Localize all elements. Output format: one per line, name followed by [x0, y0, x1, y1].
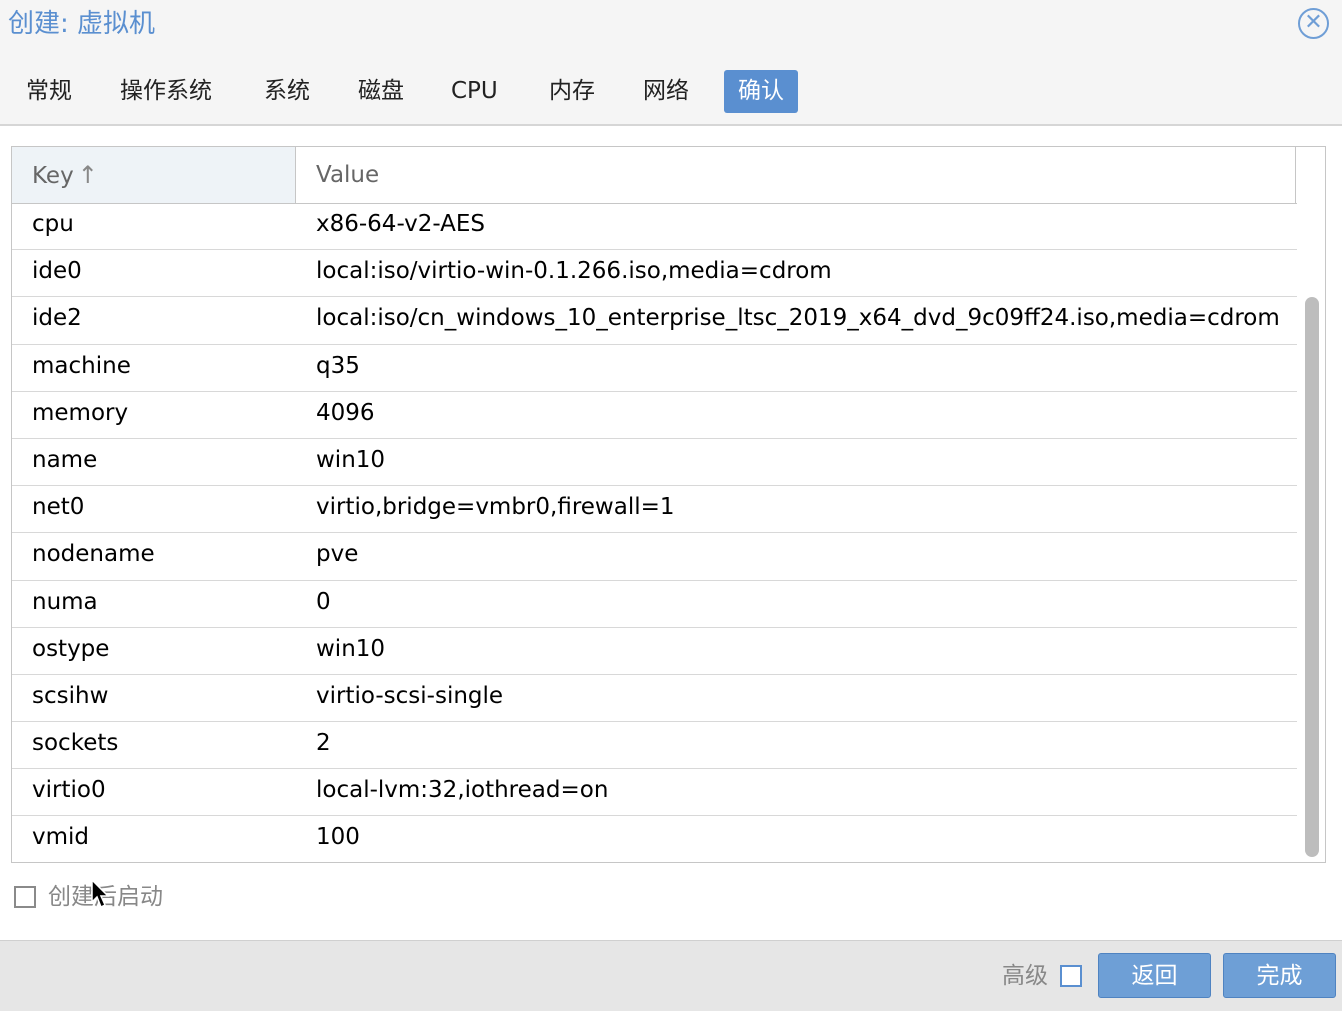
- table-row[interactable]: sockets 2: [12, 722, 1297, 770]
- row-key: numa: [32, 588, 98, 615]
- row-key: memory: [32, 399, 129, 426]
- window-title: 创建: 虚拟机: [8, 9, 156, 39]
- advanced-checkbox[interactable]: [1060, 965, 1082, 987]
- window-titlebar: 创建: 虚拟机 ✕: [0, 0, 1342, 50]
- column-header-key-label: Key: [32, 163, 74, 189]
- advanced-label: 高级: [1002, 963, 1048, 989]
- row-value: 0: [316, 588, 331, 615]
- row-key: scsihw: [32, 682, 109, 709]
- row-key: vmid: [32, 824, 90, 851]
- confirm-panel: Key ↑ Value cpu x86-64-v2-AES ide0 local:is…: [0, 126, 1342, 940]
- close-icon[interactable]: ✕: [1298, 8, 1329, 39]
- grid-header: Key ↑ Value: [12, 147, 1325, 204]
- tab-general[interactable]: 常规: [12, 70, 86, 113]
- row-value: win10: [316, 446, 386, 473]
- row-key: ostype: [32, 635, 110, 662]
- row-key: net0: [32, 494, 85, 521]
- column-header-value-label: Value: [316, 162, 380, 188]
- row-value: 4096: [316, 399, 375, 426]
- table-row[interactable]: name win10: [12, 439, 1297, 487]
- column-header-key[interactable]: Key ↑: [12, 147, 296, 203]
- row-key: name: [32, 446, 98, 473]
- row-value: pve: [316, 541, 359, 568]
- row-value: local:iso/cn_windows_10_enterprise_ltsc_…: [316, 305, 1280, 332]
- table-row[interactable]: numa 0: [12, 581, 1297, 628]
- row-value: local:iso/virtio-win-0.1.266.iso,media=c…: [316, 258, 832, 285]
- table-row[interactable]: net0 virtio,bridge=vmbr0,firewall=1: [12, 486, 1297, 534]
- table-row[interactable]: cpu x86-64-v2-AES: [12, 203, 1297, 251]
- row-value: virtio-scsi-single: [316, 682, 504, 709]
- grid-scrollbar-thumb[interactable]: [1305, 297, 1319, 857]
- table-row[interactable]: nodename pve: [12, 533, 1297, 581]
- tab-disks[interactable]: 磁盘: [344, 70, 418, 113]
- tab-system[interactable]: 系统: [250, 70, 324, 113]
- row-value: local-lvm:32,iothread=on: [316, 777, 609, 804]
- tab-os[interactable]: 操作系统: [106, 70, 226, 113]
- dialog-footer: 高级 返回 完成: [0, 940, 1342, 1011]
- table-row[interactable]: vmid 100: [12, 816, 1297, 862]
- mouse-cursor-icon: [91, 878, 110, 909]
- row-value: win10: [316, 635, 386, 662]
- row-value: x86-64-v2-AES: [316, 211, 486, 237]
- row-key: machine: [32, 352, 131, 379]
- row-value: 2: [316, 730, 331, 757]
- start-after-create-checkbox[interactable]: [14, 886, 36, 908]
- row-value: q35: [316, 352, 360, 379]
- grid-rows: cpu x86-64-v2-AES ide0 local:iso/virtio-wi…: [12, 203, 1297, 862]
- table-row[interactable]: virtio0 local-lvm:32,iothread=on: [12, 769, 1297, 817]
- row-key: nodename: [32, 541, 155, 568]
- tab-memory[interactable]: 内存: [535, 70, 609, 113]
- table-row[interactable]: ide0 local:iso/virtio-win-0.1.266.iso,med…: [12, 250, 1297, 298]
- column-header-value[interactable]: Value: [296, 147, 1296, 203]
- table-row[interactable]: ostype win10: [12, 628, 1297, 675]
- row-key: cpu: [32, 211, 74, 237]
- row-value: virtio,bridge=vmbr0,firewall=1: [316, 494, 675, 521]
- row-key: ide0: [32, 258, 82, 285]
- finish-button[interactable]: 完成: [1223, 953, 1336, 998]
- table-row[interactable]: memory 4096: [12, 392, 1297, 439]
- tab-network[interactable]: 网络: [629, 70, 703, 113]
- row-key: ide2: [32, 305, 82, 332]
- config-grid: Key ↑ Value cpu x86-64-v2-AES ide0 local:is…: [11, 146, 1326, 863]
- row-key: virtio0: [32, 777, 106, 804]
- table-row[interactable]: machine q35: [12, 345, 1297, 392]
- back-button[interactable]: 返回: [1098, 953, 1211, 998]
- sort-ascending-icon: ↑: [77, 161, 98, 189]
- row-key: sockets: [32, 730, 119, 757]
- table-row[interactable]: scsihw virtio-scsi-single: [12, 675, 1297, 723]
- row-value: 100: [316, 824, 360, 851]
- tab-confirm[interactable]: 确认: [724, 70, 798, 113]
- tab-cpu[interactable]: CPU: [437, 70, 512, 113]
- tab-bar: 常规 操作系统 系统 磁盘 CPU 内存 网络 确认: [0, 62, 1342, 122]
- table-row[interactable]: ide2 local:iso/cn_windows_10_enterprise_l…: [12, 297, 1297, 345]
